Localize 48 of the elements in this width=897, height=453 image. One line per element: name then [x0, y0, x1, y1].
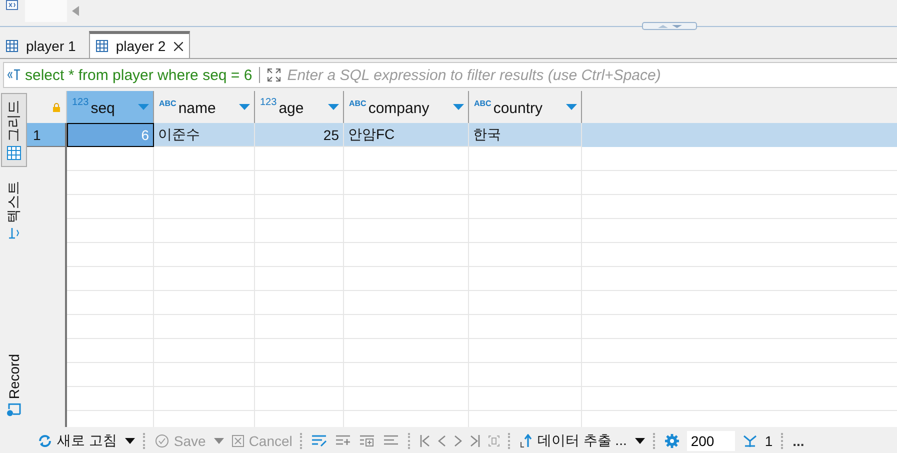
refresh-icon — [38, 434, 52, 448]
caret-icon[interactable] — [634, 438, 645, 444]
editor-tab[interactable]: player 1 — [0, 33, 86, 58]
last-page-icon[interactable] — [470, 435, 480, 447]
splitter-handle[interactable] — [642, 22, 697, 31]
previous-icon[interactable] — [438, 435, 446, 447]
sort-dropdown-icon[interactable] — [453, 104, 464, 110]
first-page-icon[interactable] — [420, 435, 430, 447]
cancel-icon — [232, 435, 244, 447]
edit-rows-icon[interactable] — [312, 435, 328, 447]
upload-arrow-icon — [520, 434, 532, 448]
fetch-count-icon[interactable] — [742, 435, 757, 447]
table-icon — [96, 40, 108, 52]
view-tab[interactable]: Record — [4, 350, 24, 421]
sort-dropdown-icon[interactable] — [566, 104, 577, 110]
sort-dropdown-icon[interactable] — [239, 104, 250, 110]
filter-field[interactable]: select * from player where seq = 6 Enter a SQL expression to filter results (use Ctrl+Space) — [3, 62, 897, 88]
view-tab[interactable]: 그리드 — [0, 93, 26, 167]
lock-icon — [53, 103, 60, 112]
copy-row-icon[interactable] — [360, 435, 376, 447]
view-tab[interactable]: 텍스트 — [2, 177, 24, 243]
gear-icon[interactable] — [664, 434, 679, 448]
grid-icon — [6, 146, 20, 160]
scroll-left-icon[interactable] — [72, 6, 79, 16]
expand-icon[interactable] — [267, 68, 282, 82]
text-cursor-icon — [8, 227, 19, 239]
row-number[interactable]: 1 — [27, 123, 67, 147]
check-circle-icon — [154, 434, 169, 448]
record-icon — [6, 403, 20, 417]
page-icon[interactable] — [488, 435, 500, 447]
refresh-button[interactable]: 새로 고침 — [38, 432, 117, 450]
table-cell: 6 — [67, 123, 154, 147]
more-button[interactable]: ... — [792, 433, 804, 449]
sort-dropdown-icon[interactable] — [138, 104, 149, 110]
close-icon[interactable] — [174, 42, 183, 50]
export-button[interactable]: 데이터 추출 ... — [520, 432, 627, 450]
caret-icon[interactable] — [124, 438, 135, 444]
filter-query[interactable]: select * from player where seq = 6 — [25, 66, 252, 84]
fetch-count: 1 — [764, 433, 773, 449]
editor-tab[interactable]: player 2 — [88, 31, 190, 58]
table-icon — [6, 40, 18, 52]
variable-icon[interactable] — [6, 0, 18, 10]
next-icon[interactable] — [454, 435, 462, 447]
fetch-size-input[interactable]: 200 — [686, 431, 735, 451]
delete-row-icon[interactable] — [384, 435, 400, 447]
add-row-icon[interactable] — [336, 435, 352, 447]
text-cursor-icon — [7, 69, 21, 81]
sort-dropdown-icon[interactable] — [328, 104, 339, 110]
